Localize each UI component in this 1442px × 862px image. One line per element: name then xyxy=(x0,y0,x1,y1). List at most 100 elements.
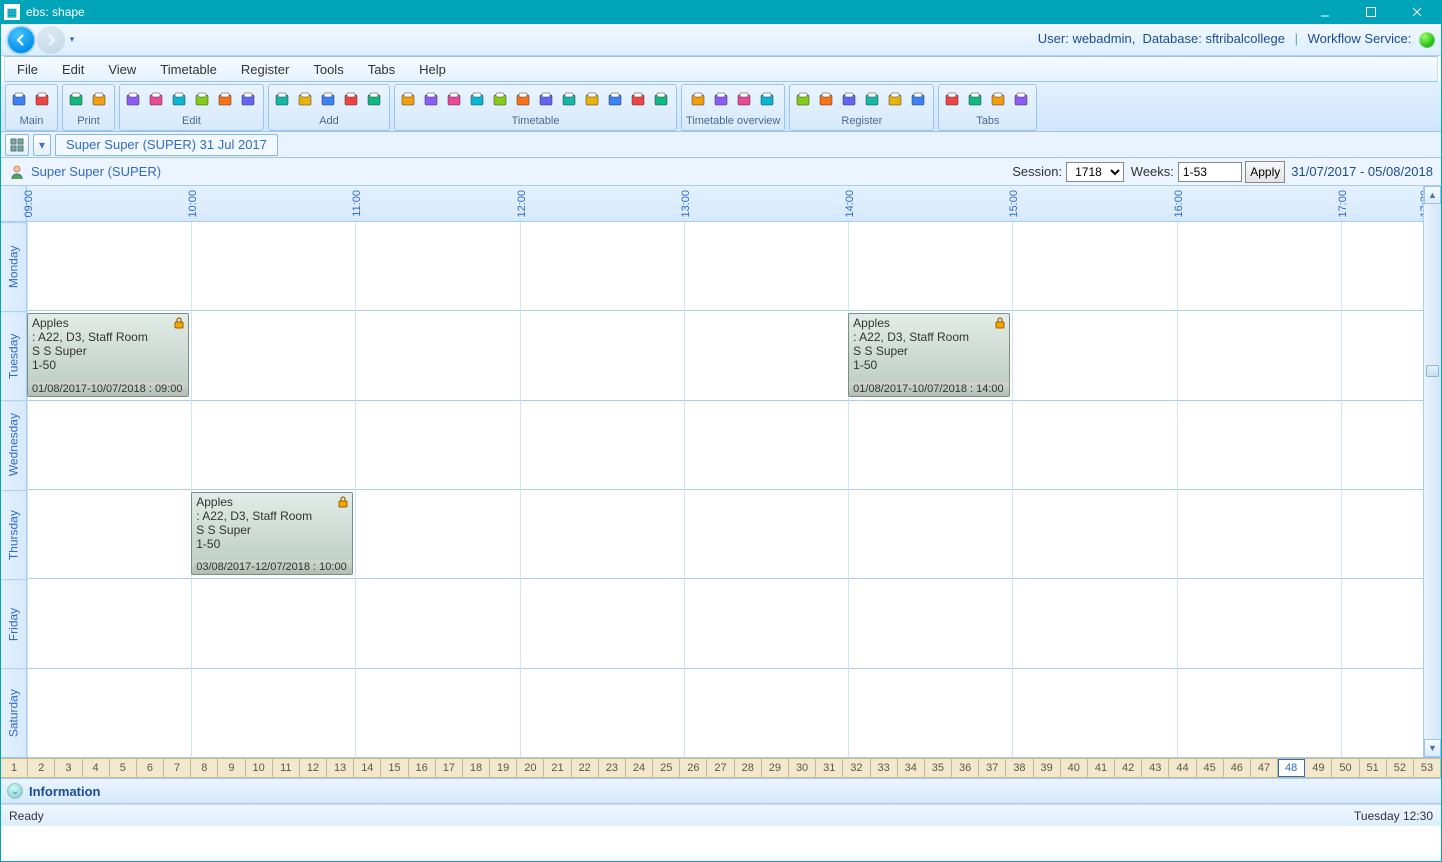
menu-tabs[interactable]: Tabs xyxy=(356,57,407,81)
session-select[interactable]: 1718 xyxy=(1066,162,1124,182)
ribbon-timetable-btn-8[interactable] xyxy=(583,90,603,110)
week-33[interactable]: 33 xyxy=(871,759,898,777)
week-38[interactable]: 38 xyxy=(1006,759,1033,777)
scroll-thumb[interactable] xyxy=(1426,365,1439,377)
ribbon-add-btn-4[interactable] xyxy=(365,90,385,110)
week-40[interactable]: 40 xyxy=(1061,759,1088,777)
minimize-button[interactable] xyxy=(1302,0,1348,24)
week-43[interactable]: 43 xyxy=(1142,759,1169,777)
ribbon-ttoverview-btn-0[interactable] xyxy=(689,90,709,110)
ribbon-timetable-btn-7[interactable] xyxy=(560,90,580,110)
week-44[interactable]: 44 xyxy=(1169,759,1196,777)
week-26[interactable]: 26 xyxy=(680,759,707,777)
week-49[interactable]: 49 xyxy=(1305,759,1332,777)
week-24[interactable]: 24 xyxy=(626,759,653,777)
week-16[interactable]: 16 xyxy=(409,759,436,777)
ribbon-timetable-btn-9[interactable] xyxy=(606,90,626,110)
ribbon-edit-btn-3[interactable] xyxy=(193,90,213,110)
apply-button[interactable]: Apply xyxy=(1245,161,1285,183)
week-46[interactable]: 46 xyxy=(1224,759,1251,777)
week-4[interactable]: 4 xyxy=(83,759,110,777)
ribbon-edit-btn-2[interactable] xyxy=(170,90,190,110)
nav-forward-button[interactable] xyxy=(37,26,65,54)
ribbon-timetable-btn-11[interactable] xyxy=(652,90,672,110)
week-9[interactable]: 9 xyxy=(218,759,245,777)
ribbon-timetable-btn-4[interactable] xyxy=(491,90,511,110)
week-6[interactable]: 6 xyxy=(137,759,164,777)
week-50[interactable]: 50 xyxy=(1332,759,1359,777)
week-14[interactable]: 14 xyxy=(354,759,381,777)
day-row-friday[interactable] xyxy=(27,579,1425,668)
ribbon-edit-btn-5[interactable] xyxy=(239,90,259,110)
day-row-tuesday[interactable] xyxy=(27,311,1425,400)
vertical-scrollbar[interactable]: ▲ ▼ xyxy=(1423,186,1441,757)
week-29[interactable]: 29 xyxy=(762,759,789,777)
menu-view[interactable]: View xyxy=(96,57,148,81)
event-block[interactable]: Apples : A22, D3, Staff RoomS S Super1-5… xyxy=(191,492,353,575)
week-1[interactable]: 1 xyxy=(1,759,28,777)
ribbon-timetable-btn-3[interactable] xyxy=(468,90,488,110)
timetable-grid[interactable]: 09:0010:0011:0012:0013:0014:0015:0016:00… xyxy=(27,186,1425,757)
ribbon-timetable-btn-0[interactable] xyxy=(399,90,419,110)
week-13[interactable]: 13 xyxy=(327,759,354,777)
week-36[interactable]: 36 xyxy=(952,759,979,777)
week-39[interactable]: 39 xyxy=(1034,759,1061,777)
event-block[interactable]: Apples : A22, D3, Staff RoomS S Super1-5… xyxy=(27,313,189,396)
ribbon-print-btn-1[interactable] xyxy=(90,90,110,110)
menu-tools[interactable]: Tools xyxy=(301,57,355,81)
document-tab-active[interactable]: Super Super (SUPER) 31 Jul 2017 xyxy=(55,134,278,156)
ribbon-edit-btn-0[interactable] xyxy=(124,90,144,110)
ribbon-tabs-btn-3[interactable] xyxy=(1012,90,1032,110)
week-17[interactable]: 17 xyxy=(436,759,463,777)
week-22[interactable]: 22 xyxy=(572,759,599,777)
tab-dropdown-button[interactable]: ▾ xyxy=(33,134,51,156)
week-3[interactable]: 3 xyxy=(55,759,82,777)
ribbon-edit-btn-1[interactable] xyxy=(147,90,167,110)
ribbon-register-btn-5[interactable] xyxy=(909,90,929,110)
ribbon-edit-btn-4[interactable] xyxy=(216,90,236,110)
week-25[interactable]: 25 xyxy=(653,759,680,777)
day-row-wednesday[interactable] xyxy=(27,401,1425,490)
nav-back-button[interactable] xyxy=(7,26,35,54)
week-30[interactable]: 30 xyxy=(789,759,816,777)
ribbon-register-btn-3[interactable] xyxy=(863,90,883,110)
week-20[interactable]: 20 xyxy=(517,759,544,777)
menu-timetable[interactable]: Timetable xyxy=(148,57,229,81)
tab-tile-view-button[interactable] xyxy=(5,134,29,156)
week-41[interactable]: 41 xyxy=(1088,759,1115,777)
ribbon-timetable-btn-5[interactable] xyxy=(514,90,534,110)
close-button[interactable] xyxy=(1394,0,1440,24)
ribbon-tabs-btn-1[interactable] xyxy=(966,90,986,110)
week-18[interactable]: 18 xyxy=(463,759,490,777)
ribbon-register-btn-4[interactable] xyxy=(886,90,906,110)
ribbon-main-btn-0[interactable] xyxy=(10,90,30,110)
week-27[interactable]: 27 xyxy=(707,759,734,777)
ribbon-timetable-btn-6[interactable] xyxy=(537,90,557,110)
week-48[interactable]: 48 xyxy=(1278,759,1305,777)
ribbon-ttoverview-btn-1[interactable] xyxy=(712,90,732,110)
week-5[interactable]: 5 xyxy=(110,759,137,777)
week-23[interactable]: 23 xyxy=(599,759,626,777)
event-block[interactable]: Apples : A22, D3, Staff RoomS S Super1-5… xyxy=(848,313,1010,396)
menu-help[interactable]: Help xyxy=(407,57,458,81)
ribbon-timetable-btn-10[interactable] xyxy=(629,90,649,110)
week-8[interactable]: 8 xyxy=(191,759,218,777)
week-42[interactable]: 42 xyxy=(1115,759,1142,777)
ribbon-add-btn-2[interactable] xyxy=(319,90,339,110)
ribbon-add-btn-3[interactable] xyxy=(342,90,362,110)
day-row-saturday[interactable] xyxy=(27,669,1425,758)
ribbon-add-btn-1[interactable] xyxy=(296,90,316,110)
week-28[interactable]: 28 xyxy=(735,759,762,777)
week-51[interactable]: 51 xyxy=(1360,759,1387,777)
week-15[interactable]: 15 xyxy=(381,759,408,777)
day-row-monday[interactable] xyxy=(27,222,1425,311)
week-11[interactable]: 11 xyxy=(273,759,300,777)
week-47[interactable]: 47 xyxy=(1251,759,1278,777)
menu-register[interactable]: Register xyxy=(229,57,301,81)
week-35[interactable]: 35 xyxy=(925,759,952,777)
week-19[interactable]: 19 xyxy=(490,759,517,777)
week-34[interactable]: 34 xyxy=(898,759,925,777)
week-21[interactable]: 21 xyxy=(544,759,571,777)
ribbon-timetable-btn-2[interactable] xyxy=(445,90,465,110)
ribbon-add-btn-0[interactable] xyxy=(273,90,293,110)
